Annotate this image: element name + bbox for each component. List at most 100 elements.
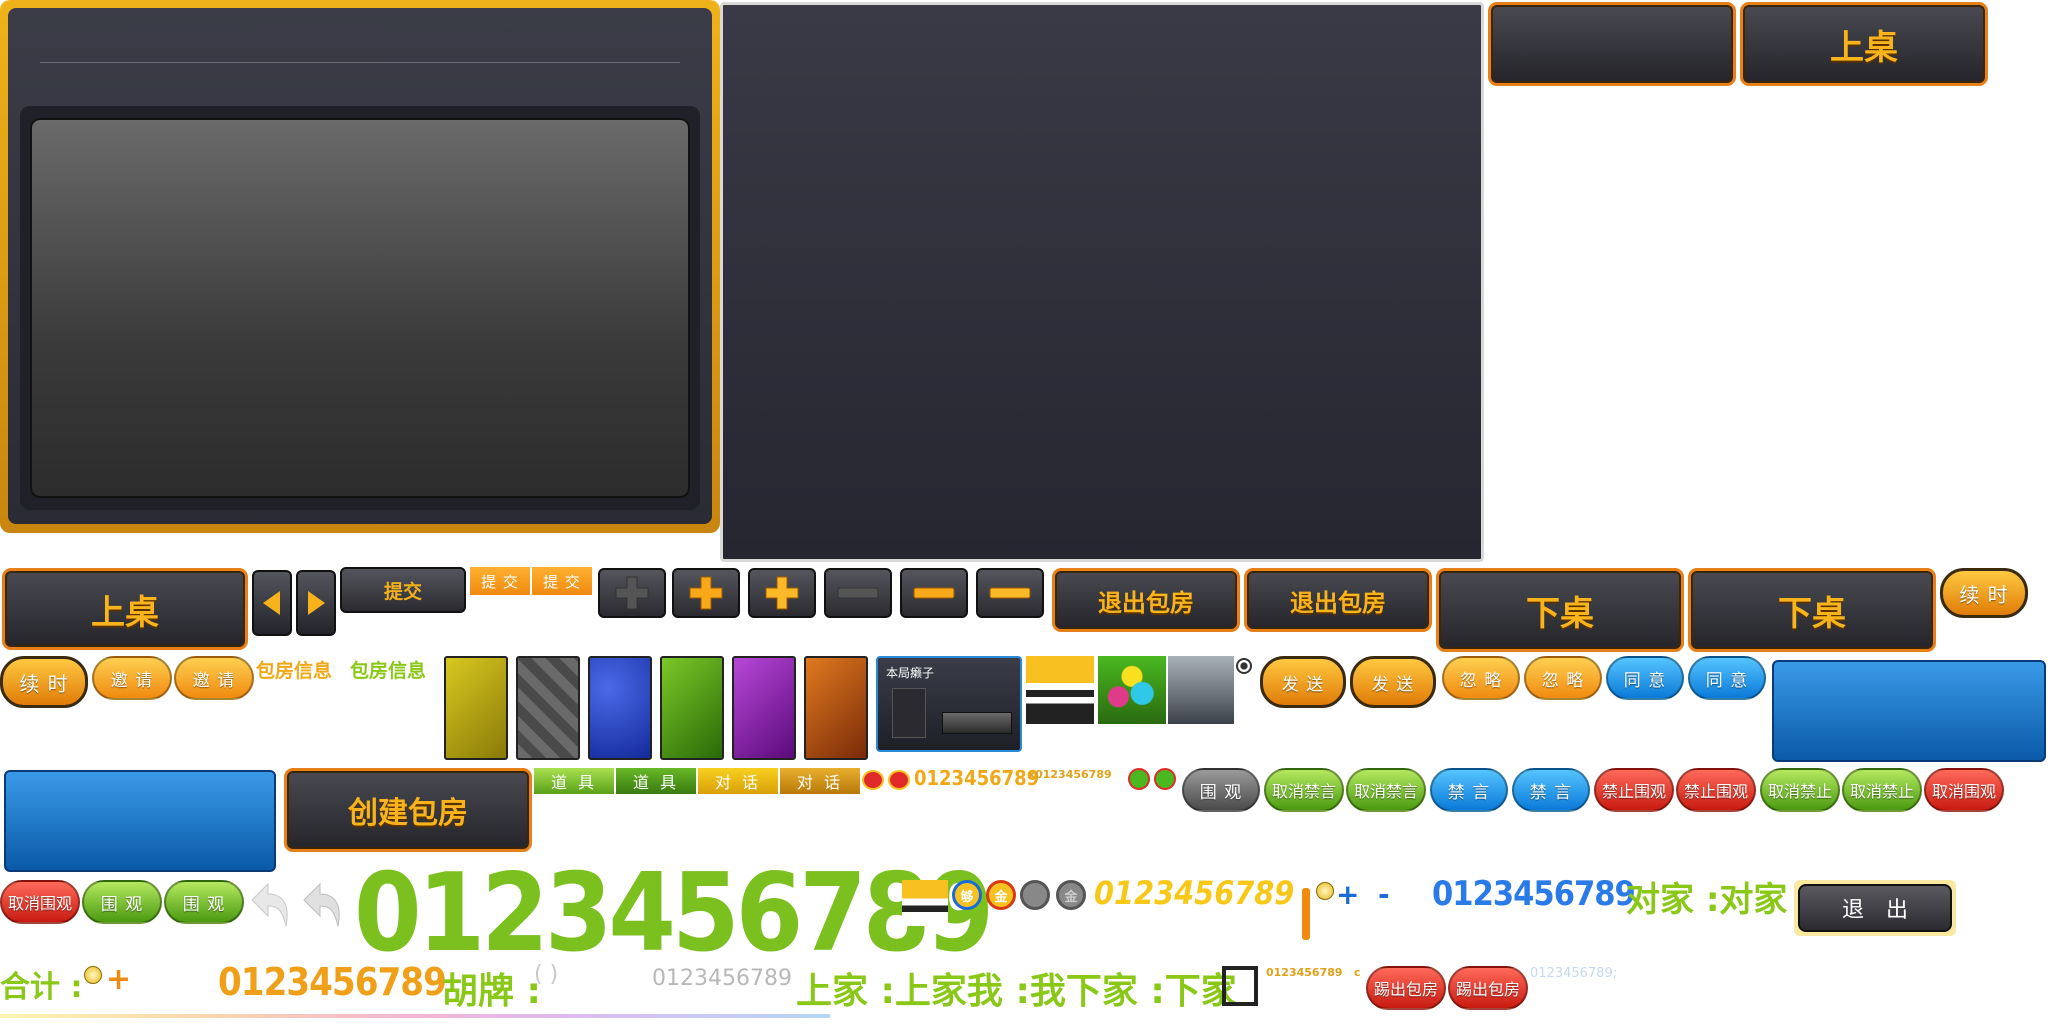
paren-label: ( ) (534, 962, 559, 987)
blank-button[interactable] (1488, 2, 1736, 86)
big-green-digits: 0123456789 (354, 851, 994, 976)
coin-gray-jin-icon: 金 (1056, 880, 1086, 910)
laizi-bar (942, 712, 1012, 734)
card-back-purple[interactable] (732, 656, 796, 760)
dialog-panel (0, 0, 720, 533)
arrow-left-icon (263, 591, 280, 615)
zebra-icon (902, 880, 948, 926)
minus-button-hover[interactable] (976, 568, 1044, 618)
coin-gou-icon: 够 (952, 880, 982, 910)
digits-yellow-italic: 0123456789 (1094, 874, 1295, 912)
xushi-button[interactable]: 续 时 (0, 656, 88, 708)
plus-button-disabled[interactable] (598, 568, 666, 618)
tijiao-button[interactable]: 提交 (340, 567, 466, 613)
quxiao-jinzhi-button-b[interactable]: 取消禁止 (1842, 768, 1922, 812)
xiazhuo-button-a[interactable]: 下桌 (1436, 568, 1684, 652)
coin-jin-icon: 金 (986, 880, 1016, 910)
card-back-gray[interactable] (516, 656, 580, 760)
quxiao-jinyan-button-b[interactable]: 取消禁言 (1346, 768, 1426, 812)
tongyi-button-a[interactable]: 同 意 (1606, 656, 1684, 700)
zebra-avatar (1026, 656, 1094, 724)
heji-label: 合计 : (0, 970, 83, 1005)
weiguan-button-a[interactable]: 围 观 (82, 880, 162, 924)
tuichu-button[interactable]: 退 出 (1794, 880, 1956, 936)
digits-gray: 0123456789 (652, 966, 792, 991)
tijiao-tab-a[interactable]: 提 交 (470, 567, 530, 595)
digits-gold-small: 0123456789 (914, 766, 1040, 790)
duihua-tab-a[interactable]: 对 话 (698, 768, 778, 794)
quxiao-jinyan-button-a[interactable]: 取消禁言 (1264, 768, 1344, 812)
chuangjian-baofang-button[interactable]: 创建包房 (284, 768, 532, 852)
digits-tiny-gold: x0123456789 (1028, 768, 1112, 781)
duihua-tab-b[interactable]: 对 话 (780, 768, 860, 794)
dialog-inner (8, 8, 712, 524)
yaoqing-button-b[interactable]: 邀 请 (174, 656, 254, 700)
weiguan-button-gray[interactable]: 围 观 (1182, 768, 1260, 812)
daoju-tab-b[interactable]: 道 具 (616, 768, 696, 794)
baofang-info-title-a: 包房信息 (256, 660, 333, 682)
tichu-baofang-button-b[interactable]: 踢出包房 (1448, 966, 1528, 1010)
minus-button[interactable] (900, 568, 968, 618)
undo-arrow-icon[interactable] (248, 880, 294, 930)
hulue-button-b[interactable]: 忽 略 (1524, 656, 1602, 700)
laizi-label: 本局癞子 (886, 666, 935, 680)
cloud-icon (888, 770, 910, 790)
xiazhuo-button-b[interactable]: 下桌 (1688, 568, 1936, 652)
duijia-label: 对家 :对家 (1626, 880, 1788, 920)
quxiao-weiguan-button[interactable]: 取消围观 (0, 880, 80, 924)
hupai-label: 胡牌 : (442, 971, 541, 1012)
weiguan-button-b[interactable]: 围 观 (164, 880, 244, 924)
quxiao-jinzhi-button-a[interactable]: 取消禁止 (1760, 768, 1840, 812)
jinyan-button-b[interactable]: 禁 言 (1512, 768, 1590, 812)
jinzhi-weiguan-button-a[interactable]: 禁止围观 (1594, 768, 1674, 812)
laizi-panel: 本局癞子 (876, 656, 1022, 752)
bracket-icon (1222, 966, 1258, 1006)
vertical-slider-bar[interactable] (1302, 888, 1310, 940)
minus-button-disabled[interactable] (824, 568, 892, 618)
coin-gray-icon (1020, 880, 1050, 910)
shangzhuo-button-top[interactable]: 上桌 (1740, 2, 1988, 86)
shangzhuo-button[interactable]: 上桌 (2, 568, 248, 650)
digits-faint-blue: 0123456789; (1530, 966, 1618, 981)
tiny-digits-gold: 0123456789 (1266, 966, 1343, 979)
card-back-orange[interactable] (804, 656, 868, 760)
radio-dot-icon[interactable] (1236, 658, 1252, 674)
melon-icon (1128, 768, 1150, 790)
jinyan-button-a[interactable]: 禁 言 (1430, 768, 1508, 812)
melon-icon (1154, 768, 1176, 790)
jinzhi-weiguan-button-b[interactable]: 禁止围观 (1676, 768, 1756, 812)
plus-button[interactable] (672, 568, 740, 618)
tuichu-button-face: 退 出 (1798, 884, 1952, 932)
dialog-content-area (30, 118, 690, 498)
arrow-left-button[interactable] (252, 570, 292, 636)
card-back-green[interactable] (660, 656, 724, 760)
tuichu-baofang-button-a[interactable]: 退出包房 (1052, 568, 1240, 632)
fasong-button-a[interactable]: 发 送 (1260, 656, 1346, 708)
hulue-button-a[interactable]: 忽 略 (1442, 656, 1520, 700)
tichu-baofang-button-a[interactable]: 踢出包房 (1366, 966, 1446, 1010)
slider-knob-icon[interactable] (1316, 882, 1334, 900)
quxiao-weiguan-button-top[interactable]: 取消围观 (1924, 768, 2004, 812)
center-panel (720, 2, 1484, 562)
xushi-button-top[interactable]: 续 时 (1940, 568, 2028, 618)
card-back-blue[interactable] (588, 656, 652, 760)
daoju-tab-a[interactable]: 道 具 (534, 768, 614, 794)
rainbow-bar (0, 1014, 830, 1018)
fasong-button-b[interactable]: 发 送 (1350, 656, 1436, 708)
arrow-right-button[interactable] (296, 570, 336, 636)
plus-icon (689, 576, 723, 610)
divider (40, 62, 680, 63)
card-back-yellow[interactable] (444, 656, 508, 760)
eggs-avatar (1098, 656, 1166, 724)
minus-icon (913, 587, 955, 599)
tuichu-baofang-button-b[interactable]: 退出包房 (1244, 568, 1432, 632)
yaoqing-button-a[interactable]: 邀 请 (92, 656, 172, 700)
undo-arrow-icon[interactable] (300, 880, 346, 930)
tongyi-button-b[interactable]: 同 意 (1688, 656, 1766, 700)
coin-small-icon (84, 966, 102, 984)
tijiao-tab-b[interactable]: 提 交 (532, 567, 592, 595)
arrow-right-icon (308, 591, 325, 615)
plus-button-hover[interactable] (748, 568, 816, 618)
plus-icon (615, 576, 649, 610)
minus-icon (837, 587, 879, 599)
